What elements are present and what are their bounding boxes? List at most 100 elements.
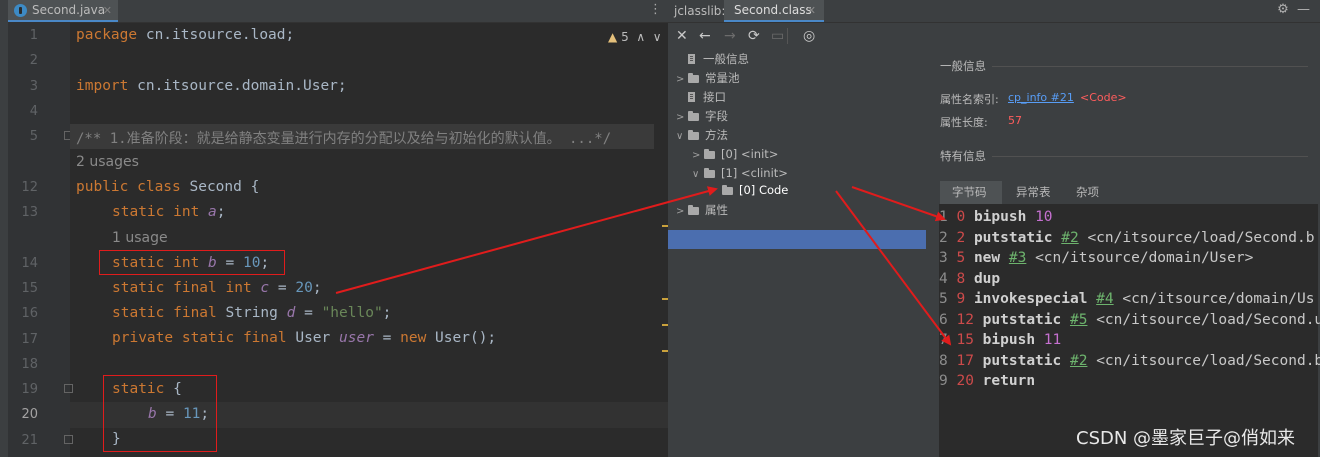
highlight-box-static-block [103,375,217,452]
section-specific-info: 特有信息 [940,149,986,163]
chevron-right-icon: > [676,206,685,217]
forward-arrow-icon[interactable]: → [724,27,736,45]
line-number: 15 [21,281,38,296]
tree-item-code[interactable]: [0] Code [710,181,788,200]
document-icon [688,54,695,64]
close-icon[interactable]: ✕ [103,0,112,21]
chevron-right-icon: > [692,150,701,161]
tree-item-constant-pool[interactable]: > 常量池 [676,69,740,88]
bytecode-line: 8 17 putstatic #2 <cn/itsource/load/Seco… [939,353,1320,369]
bytecode-line: 9 20 return [939,373,1036,389]
line-number: 17 [21,332,38,347]
bytecode-line: 7 15 bipush 11 [939,332,1062,348]
fold-toggle-icon[interactable] [64,384,73,393]
tab-misc[interactable]: 杂项 [1076,181,1099,203]
line-number: 12 [21,180,38,195]
tree-item-attributes[interactable]: > 属性 [676,201,728,220]
bytecode-line: 5 9 invokespecial #4 <cn/itsource/domain… [939,291,1315,307]
panel-tab-bar: jclasslib: Second.class ✕ ⚙ — [668,0,1320,23]
tab-label: Second.class [734,3,812,17]
code-line-15: static final int c = 20; [112,280,322,296]
close-icon[interactable]: ✕ [676,27,688,45]
line-number: 3 [29,79,38,94]
next-highlight-icon: ∨ [652,30,662,44]
detail-pane: 一般信息 属性名索引: cp_info #21 <Code> 属性长度: 57 … [930,49,1320,457]
line-number: 5 [29,129,38,144]
bytecode-view[interactable]: 1 0 bipush 10 2 2 putstatic #2 <cn/itsou… [939,204,1320,457]
class-structure-tree: 一般信息 > 常量池 接口 > 字段 ∨ 方法 > [0] <init> ∨ [1] <c… [668,49,928,457]
bytecode-line: 4 8 dup [939,271,1001,287]
tab-bytecode[interactable]: 字节码 [952,181,987,203]
line-number: 20 [21,407,38,422]
tree-selection-highlight [668,230,926,249]
tree-item-general-info[interactable]: 一般信息 [676,50,749,69]
length-label: 属性长度: [940,116,988,129]
java-class-icon [14,4,27,17]
usages-hint[interactable]: 1 usage [112,230,168,246]
warning-icon: ▲ [608,30,618,44]
line-number: 2 [29,53,38,68]
collapsed-comment[interactable]: /** 1.准备阶段：就是给静态变量进行内存的分配以及给与初始化的默认值。 ..… [76,128,611,148]
panel-actions: ⚙ — [1277,2,1310,17]
divider [992,66,1308,67]
code-line-12: public class Second { [76,179,260,195]
folder-icon [704,168,715,178]
panel-title: jclasslib: [674,4,726,18]
jclasslib-panel: jclasslib: Second.class ✕ ⚙ — ✕ ← → ⟳ ▭ … [668,0,1320,457]
folder-icon [704,149,715,159]
line-number: 21 [21,433,38,448]
close-icon[interactable]: ✕ [807,0,816,21]
code-line-17: private static final User user = new Use… [112,330,497,346]
line-number: 4 [29,104,38,119]
line-number: 1 [29,28,38,43]
warnings-indicator[interactable]: ▲ 5 ∧ ∨ [608,30,662,44]
line-number: 18 [21,357,38,372]
tab-second-java[interactable]: Second.java ✕ [8,0,118,22]
bytecode-line: 1 0 bipush 10 [939,209,1053,225]
bytecode-line: 6 12 putstatic #5 <cn/itsource/load/Seco… [939,312,1320,328]
section-general-info: 一般信息 [940,59,986,73]
tree-item-interfaces[interactable]: 接口 [676,88,726,107]
watermark: CSDN @墨家巨子@俏如来 [1076,428,1296,449]
code-line-1: package cn.itsource.load; [76,27,295,43]
refresh-icon[interactable]: ⟳ [748,27,760,45]
line-number: 19 [21,382,38,397]
editor-tab-bar: Second.java ✕ ⋮ [8,0,668,23]
code-line-3: import cn.itsource.domain.User; [76,78,347,94]
back-arrow-icon[interactable]: ← [699,27,711,45]
divider [992,156,1308,157]
web-icon[interactable]: ◎ [803,27,815,45]
highlight-box-static-b [99,250,285,275]
cp-info-link[interactable]: cp_info #21 [1008,91,1074,104]
previous-highlight-icon: ∧ [636,30,646,44]
tab-second-class[interactable]: Second.class ✕ [724,0,824,22]
name-index-value: <Code> [1080,91,1127,104]
document-icon [688,92,695,102]
tab-exception-table[interactable]: 异常表 [1016,181,1051,203]
line-number-gutter: 1 2 3 4 5 12 13 14 15 16 17 18 19 20 21 [8,22,73,457]
code-line-16: static final String d = "hello"; [112,305,392,321]
minimize-icon[interactable]: — [1297,2,1310,17]
tree-item-methods[interactable]: ∨ 方法 [676,126,728,145]
folder-icon [688,111,699,121]
tree-item-init[interactable]: > [0] <init> [692,145,778,164]
save-icon[interactable]: ▭ [771,27,784,45]
chevron-down-icon: ∨ [692,169,700,180]
bytecode-line: 3 5 new #3 <cn/itsource/domain/User> [939,250,1254,266]
tab-label: Second.java [32,3,106,17]
line-number: 14 [21,256,38,271]
folder-icon [688,130,699,140]
fold-toggle-icon[interactable] [64,435,73,444]
code-editor[interactable]: Second.java ✕ ⋮ 1 2 3 4 5 12 13 14 15 16… [8,0,674,457]
bytecode-line: 2 2 putstatic #2 <cn/itsource/load/Secon… [939,230,1315,246]
more-options-icon[interactable]: ⋮ [649,2,662,17]
gear-icon[interactable]: ⚙ [1277,2,1289,17]
usages-hint[interactable]: 2 usages [76,154,139,170]
folder-icon [688,73,699,83]
tree-item-fields[interactable]: > 字段 [676,107,728,126]
chevron-down-icon: ∨ [676,131,684,142]
line-number: 16 [21,306,38,321]
toolbar-separator [787,28,788,44]
line-number: 13 [21,205,38,220]
folder-icon [722,185,733,195]
